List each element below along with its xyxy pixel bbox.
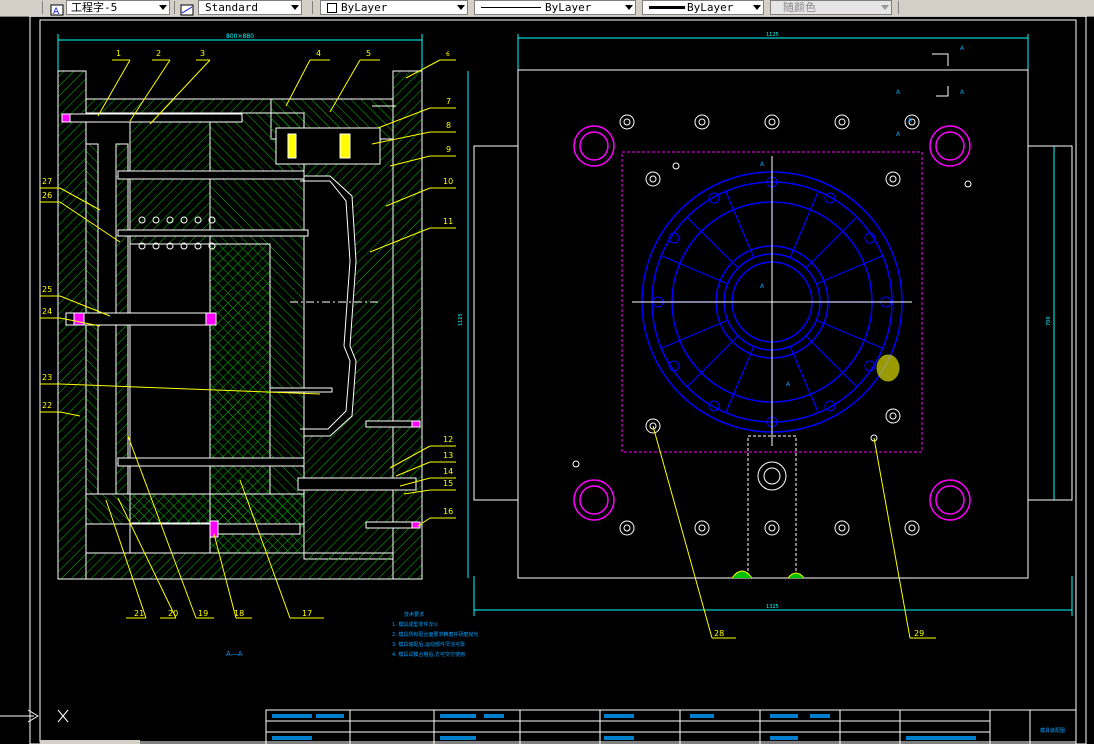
plan-bottom-dim: 1325 (766, 604, 779, 610)
part-number: 7 (446, 97, 451, 106)
part-number: 15 (443, 479, 453, 488)
linetype-sample-icon (481, 7, 541, 8)
part-number: 3 (200, 49, 205, 58)
toolbar-separator (42, 1, 43, 14)
linetype-value: ByLayer (545, 1, 592, 14)
part-number: 27 (42, 177, 52, 186)
linetype-select[interactable]: ByLayer (474, 0, 636, 15)
part-number: 9 (446, 145, 451, 154)
part-number: 8 (446, 121, 451, 130)
dim-style-value: Standard (205, 1, 258, 14)
technical-notes: 技术要求 1. 模具成型零件淬火 2. 模具所有配合面要求精磨并研磨抛光 3. … (392, 611, 478, 658)
part-number: 11 (443, 217, 453, 226)
color-swatch-icon (327, 3, 337, 13)
section-marker: A (760, 283, 765, 290)
part-number: 14 (443, 467, 453, 476)
part-number: 22 (42, 401, 52, 410)
chevron-down-icon[interactable] (881, 5, 889, 10)
part-number: 29 (914, 629, 924, 638)
lineweight-sample-icon (649, 6, 685, 9)
part-number: 20 (168, 609, 178, 618)
part-number: 26 (42, 191, 52, 200)
part-number: 2 (156, 49, 161, 58)
part-number: 1 (116, 49, 121, 58)
section-marker: A (960, 89, 965, 96)
part-number: 19 (198, 609, 208, 618)
layer-color-value: ByLayer (341, 1, 388, 14)
chevron-down-icon[interactable] (753, 5, 761, 10)
title-block: 模具装配图 (265, 709, 1077, 744)
notes-title: 技术要求 (404, 611, 424, 618)
part-number: 13 (443, 451, 453, 460)
note-line: 1. 模具成型零件淬火 (392, 621, 438, 628)
note-line: 2. 模具所有配合面要求精磨并研磨抛光 (392, 631, 478, 638)
layer-color-select[interactable]: ByLayer (320, 0, 468, 15)
part-number: 18 (234, 609, 244, 618)
section-view: 800×880 1 2 3 4 5 6 7 8 9 10 11 12 13 14… (40, 33, 456, 658)
section-marker: A (786, 381, 791, 388)
plan-view: 1125 1325 1125 700 A A A A A A A A 28 29 (458, 32, 1073, 639)
section-marker: A (960, 45, 965, 52)
chevron-down-icon[interactable] (159, 5, 167, 10)
part-number: 25 (42, 285, 52, 294)
part-number: 24 (42, 307, 52, 316)
section-marker: A (760, 161, 765, 168)
section-marker: A (908, 117, 913, 124)
chevron-down-icon[interactable] (457, 5, 465, 10)
text-style-select[interactable]: 工程字-5 (66, 0, 170, 15)
plan-right-dim: 700 (1046, 316, 1052, 326)
part-number: 21 (134, 609, 144, 618)
note-line: 3. 模具装配后,运动部件灵活可靠 (392, 641, 465, 648)
part-number: 6 (446, 51, 450, 58)
section-width-dim: 800×880 (226, 33, 254, 40)
properties-toolbar: A 工程字-5 Standard ByLayer ByLayer ByLayer… (0, 0, 1094, 17)
part-number: 23 (42, 373, 52, 382)
text-style-value: 工程字-5 (71, 1, 118, 14)
part-number: 10 (443, 177, 453, 186)
part-number: 5 (366, 49, 371, 58)
text-style-icon[interactable]: A (50, 1, 64, 17)
part-number: 4 (316, 49, 321, 58)
lineweight-value: ByLayer (687, 1, 734, 14)
dim-style-icon[interactable] (180, 1, 194, 16)
dim-style-select[interactable]: Standard (198, 0, 302, 15)
toolbar-separator (312, 1, 313, 14)
toolbar-separator (174, 1, 175, 14)
toolbar-separator (898, 1, 899, 14)
plot-style-value: 随颜色 (783, 1, 816, 14)
part-number: 12 (443, 435, 453, 444)
cad-drawing[interactable]: 800×880 1 2 3 4 5 6 7 8 9 10 11 12 13 14… (0, 16, 1094, 744)
ucs-icon (0, 709, 69, 723)
section-label: A—A (226, 650, 243, 658)
lineweight-select[interactable]: ByLayer (642, 0, 764, 15)
plan-left-dim: 1125 (458, 313, 464, 326)
plot-style-select[interactable]: 随颜色 (770, 0, 892, 15)
note-line: 4. 模具试模合格后,方可交付使用 (392, 651, 465, 658)
chevron-down-icon[interactable] (291, 5, 299, 10)
part-number: 17 (302, 609, 312, 618)
part-number: 16 (443, 507, 453, 516)
svg-text:A: A (53, 7, 60, 16)
section-marker: A (896, 89, 901, 96)
scrollbar[interactable] (40, 740, 140, 744)
part-number: 28 (714, 629, 724, 638)
chevron-down-icon[interactable] (625, 5, 633, 10)
plan-top-dim: 1125 (766, 32, 779, 38)
section-marker: A (896, 131, 901, 138)
title-block-label: 模具装配图 (1040, 727, 1065, 734)
drawing-canvas[interactable]: 800×880 1 2 3 4 5 6 7 8 9 10 11 12 13 14… (0, 16, 1094, 744)
